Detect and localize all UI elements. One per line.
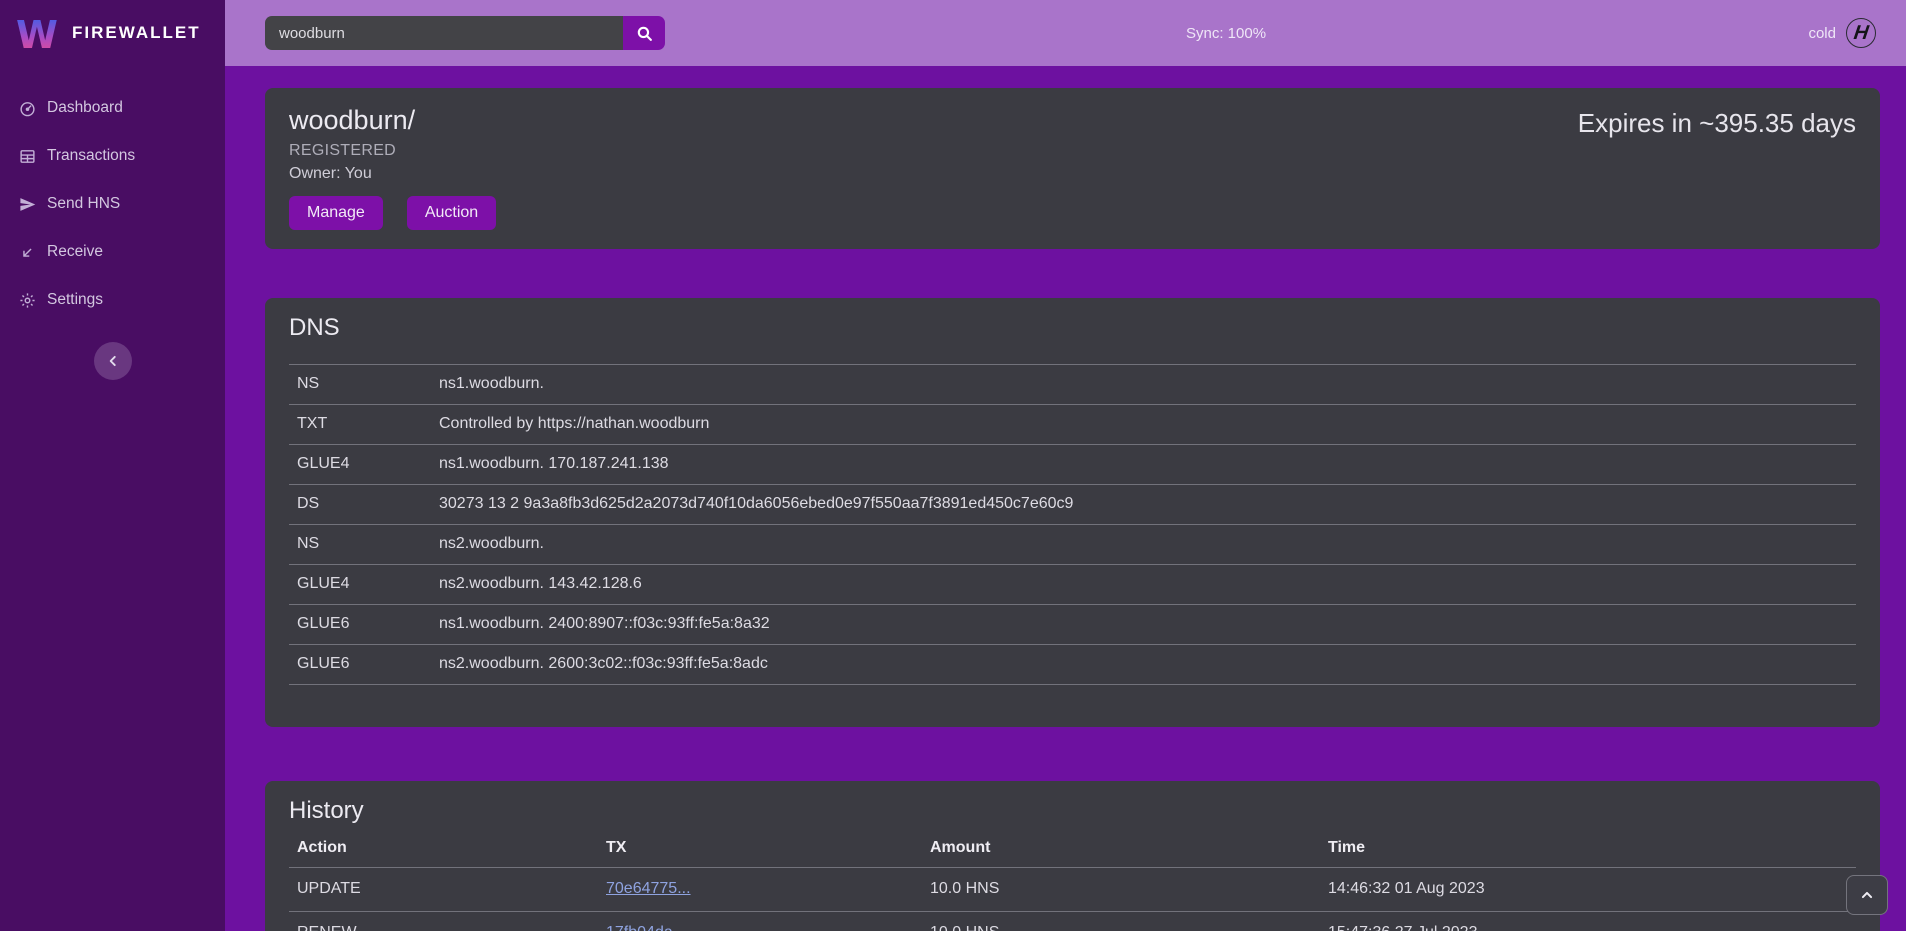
dns-record-type: GLUE6 — [289, 605, 431, 645]
history-card: History Action TX Amount Time UPDATE — [265, 781, 1880, 931]
dns-record-type: NS — [289, 365, 431, 405]
dns-record-value: ns2.woodburn. 143.42.128.6 — [431, 565, 1856, 605]
sidebar-collapse-button[interactable] — [94, 342, 132, 380]
main-area: Sync: 100% cold H woodburn/ REGISTERED O… — [225, 0, 1906, 931]
history-time: 14:46:32 01 Aug 2023 — [1320, 868, 1856, 912]
dns-record-type: GLUE6 — [289, 645, 431, 685]
tx-link[interactable]: 17fb04da... — [606, 924, 686, 931]
sync-status: Sync: 100% — [1186, 25, 1266, 42]
domain-expiry: Expires in ~395.35 days — [1578, 108, 1856, 139]
history-header-amount: Amount — [922, 833, 1320, 868]
history-action: RENEW — [289, 912, 598, 931]
search-icon — [636, 25, 653, 42]
tx-link[interactable]: 70e64775... — [606, 880, 691, 897]
dns-record-row: GLUE4 ns2.woodburn. 143.42.128.6 — [289, 565, 1856, 605]
dns-record-value: ns1.woodburn. — [431, 365, 1856, 405]
sidebar-item-label: Receive — [47, 243, 103, 261]
brand-header: W FIREWALLET — [0, 0, 225, 76]
dns-table: NS ns1.woodburn. TXT Controlled by https… — [289, 364, 1856, 685]
history-table: Action TX Amount Time UPDATE 70e64775...… — [289, 833, 1856, 931]
history-amount: 10.0 HNS — [922, 912, 1320, 931]
history-title: History — [289, 797, 1856, 825]
history-amount: 10.0 HNS — [922, 868, 1320, 912]
history-time: 15:47:36 27 Jul 2023 — [1320, 912, 1856, 931]
send-icon — [18, 195, 36, 213]
dns-record-value: 30273 13 2 9a3a8fb3d625d2a2073d740f10da6… — [431, 485, 1856, 525]
dns-record-row: GLUE6 ns2.woodburn. 2600:3c02::f03c:93ff… — [289, 645, 1856, 685]
dns-record-row: GLUE6 ns1.woodburn. 2400:8907::f03c:93ff… — [289, 605, 1856, 645]
history-action: UPDATE — [289, 868, 598, 912]
content: woodburn/ REGISTERED Owner: You Expires … — [225, 66, 1906, 931]
domain-owner: Owner: You — [289, 165, 1856, 183]
domain-actions: Manage Auction — [289, 196, 1856, 230]
svg-text:W: W — [16, 13, 58, 54]
dns-record-row: DS 30273 13 2 9a3a8fb3d625d2a2073d740f10… — [289, 485, 1856, 525]
sidebar: W FIREWALLET Dashboard Transactio — [0, 0, 225, 931]
dns-card: DNS NS ns1.woodburn. TXT Controlled by h… — [265, 298, 1880, 727]
dns-record-type: GLUE4 — [289, 445, 431, 485]
wallet-selector[interactable]: cold H — [1808, 18, 1906, 48]
manage-button[interactable]: Manage — [289, 196, 383, 230]
domain-status: REGISTERED — [289, 142, 1856, 160]
history-row: RENEW 17fb04da... 10.0 HNS 15:47:36 27 J… — [289, 912, 1856, 931]
dns-record-value: Controlled by https://nathan.woodburn — [431, 405, 1856, 445]
dns-record-value: ns1.woodburn. 170.187.241.138 — [431, 445, 1856, 485]
history-header-time: Time — [1320, 833, 1856, 868]
sidebar-item-dashboard[interactable]: Dashboard — [0, 84, 225, 132]
sidebar-item-label: Transactions — [47, 147, 135, 165]
scroll-to-top-button[interactable] — [1846, 875, 1888, 915]
topbar: Sync: 100% cold H — [225, 0, 1906, 66]
dns-record-row: GLUE4 ns1.woodburn. 170.187.241.138 — [289, 445, 1856, 485]
sidebar-item-label: Send HNS — [47, 195, 120, 213]
dns-record-type: GLUE4 — [289, 565, 431, 605]
sidebar-item-send-hns[interactable]: Send HNS — [0, 180, 225, 228]
dns-record-type: TXT — [289, 405, 431, 445]
dns-record-row: TXT Controlled by https://nathan.woodbur… — [289, 405, 1856, 445]
sidebar-item-transactions[interactable]: Transactions — [0, 132, 225, 180]
dns-record-value: ns2.woodburn. 2600:3c02::f03c:93ff:fe5a:… — [431, 645, 1856, 685]
dns-title: DNS — [289, 314, 1856, 342]
chevron-left-icon — [106, 354, 120, 368]
history-header-row: Action TX Amount Time — [289, 833, 1856, 868]
app-window: W FIREWALLET Dashboard Transactio — [0, 0, 1906, 931]
search-input[interactable] — [265, 16, 623, 50]
arrow-down-left-icon — [18, 243, 36, 261]
dns-record-value: ns1.woodburn. 2400:8907::f03c:93ff:fe5a:… — [431, 605, 1856, 645]
wallet-name: cold — [1808, 25, 1836, 42]
dns-record-type: DS — [289, 485, 431, 525]
search-button[interactable] — [623, 16, 665, 50]
gauge-icon — [18, 99, 36, 117]
auction-button[interactable]: Auction — [407, 196, 496, 230]
brand-name: FIREWALLET — [72, 23, 201, 43]
sidebar-item-label: Settings — [47, 291, 103, 309]
chevron-up-icon — [1860, 888, 1874, 902]
sidebar-item-label: Dashboard — [47, 99, 123, 117]
history-header-tx: TX — [598, 833, 922, 868]
dns-record-row: NS ns2.woodburn. — [289, 525, 1856, 565]
sidebar-item-receive[interactable]: Receive — [0, 228, 225, 276]
dns-record-row: NS ns1.woodburn. — [289, 365, 1856, 405]
domain-card: woodburn/ REGISTERED Owner: You Expires … — [265, 88, 1880, 249]
history-header-action: Action — [289, 833, 598, 868]
firewallet-logo-icon: W — [16, 12, 60, 54]
handshake-logo-icon: H — [1846, 18, 1876, 48]
dns-record-value: ns2.woodburn. — [431, 525, 1856, 565]
domain-search — [265, 16, 665, 50]
table-icon — [18, 147, 36, 165]
dns-record-type: NS — [289, 525, 431, 565]
sidebar-item-settings[interactable]: Settings — [0, 276, 225, 324]
sidebar-nav: Dashboard Transactions Send HNS — [0, 84, 225, 324]
gear-icon — [18, 291, 36, 309]
history-row: UPDATE 70e64775... 10.0 HNS 14:46:32 01 … — [289, 868, 1856, 912]
